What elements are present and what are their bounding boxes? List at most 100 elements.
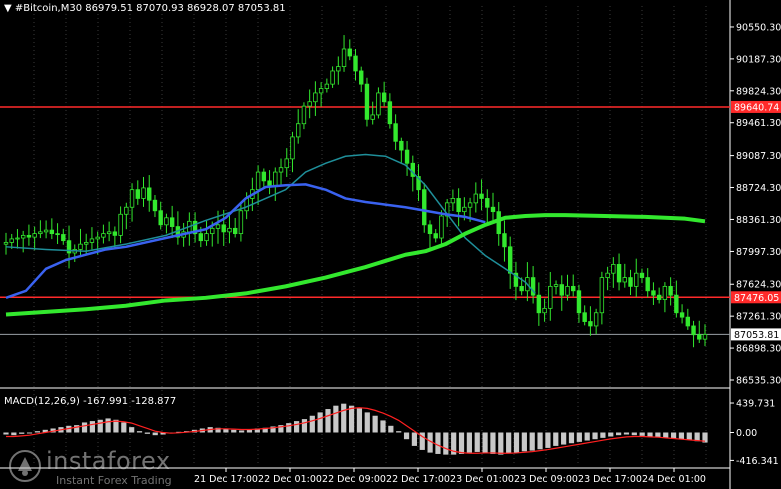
candle-body	[422, 189, 427, 226]
candle-body	[536, 294, 542, 314]
macd-bar	[592, 432, 598, 440]
macd-bar	[458, 432, 465, 454]
macd-bar	[89, 421, 95, 433]
candle-body	[628, 277, 633, 287]
candle-body	[450, 198, 456, 204]
candle-body	[313, 92, 318, 103]
candle-body	[611, 263, 616, 274]
macd-bar	[231, 429, 237, 433]
macd-bar	[639, 432, 645, 436]
macd-bar	[686, 432, 692, 440]
ma-line	[5, 153, 536, 294]
macd-bar	[34, 431, 41, 433]
level-label: 87053.81	[734, 330, 779, 341]
candle-body	[3, 242, 9, 245]
time-tick-label: 22 Dec 09:00	[322, 474, 386, 485]
price-tick-label: 89461.30	[736, 118, 781, 129]
candle-body	[639, 272, 645, 278]
time-tick-label: 23 Dec 01:00	[450, 474, 514, 485]
candle-body	[232, 227, 238, 235]
candle-body	[576, 290, 582, 314]
candle-body	[565, 285, 570, 296]
macd-bar	[11, 432, 17, 436]
price-tick-label: 87997.30	[736, 247, 781, 258]
candle-body	[296, 123, 301, 138]
instaforex-logo-icon	[9, 450, 41, 482]
macd-bar	[482, 432, 488, 453]
candle-body	[164, 217, 169, 226]
price-tick-label: 90187.30	[736, 54, 781, 65]
macd-bar	[663, 432, 669, 438]
macd-bar	[301, 419, 308, 433]
candle-body	[605, 272, 610, 278]
watermark-brand: instaforex	[46, 447, 171, 475]
watermark: instaforex Instant Forex Trading	[8, 447, 198, 487]
candle-body	[404, 149, 410, 164]
candle-body	[519, 285, 524, 292]
candle-body	[147, 187, 152, 201]
macd-bar	[348, 405, 355, 433]
macd-bar	[309, 415, 315, 433]
chart-canvas[interactable]: 90550.30 90187.30 89824.30 89461.30 89087.30…	[0, 0, 781, 489]
time-tick-label: 23 Dec 17:00	[578, 474, 642, 485]
macd-bar	[246, 429, 253, 433]
macd-bar	[403, 432, 410, 440]
candle-body	[118, 213, 123, 236]
macd-bar	[136, 431, 143, 433]
macd-bar	[576, 432, 582, 442]
macd-bar	[443, 432, 449, 455]
macd-bar	[600, 432, 606, 438]
macd-bar	[19, 432, 25, 434]
candle-body	[284, 158, 289, 169]
chart-window[interactable]: 90550.30 90187.30 89824.30 89461.30 89087.30…	[0, 0, 781, 489]
candle-body	[433, 233, 438, 239]
price-tick-label: 89824.30	[736, 86, 781, 97]
macd-bar	[105, 418, 111, 433]
symbol-header: ▼ #Bitcoin,M30 86979.51 87070.93 86928.0…	[4, 3, 286, 14]
candle-body	[301, 105, 307, 125]
macd-bar	[513, 432, 520, 453]
macd-bar	[293, 421, 300, 433]
macd-bar	[121, 422, 127, 433]
candle-body	[485, 198, 490, 208]
macd-bar	[561, 432, 567, 445]
candle-body	[55, 233, 60, 236]
macd-bar	[396, 431, 402, 433]
candle-body	[364, 83, 370, 120]
candle-body	[645, 277, 650, 292]
macd-tick-label: 0.00	[736, 428, 757, 439]
macd-bar	[144, 432, 150, 434]
candle-body	[152, 199, 158, 212]
price-tick-label: 90550.30	[736, 22, 781, 33]
candle-body	[278, 167, 284, 173]
candle-body	[9, 238, 14, 243]
macd-bar	[81, 422, 88, 433]
price-tick-label: 87261.30	[736, 312, 781, 323]
candle-body	[26, 234, 32, 238]
macd-header: MACD(12,26,9) -167.991 -128.877	[4, 396, 177, 407]
candle-body	[456, 198, 461, 213]
macd-bar	[411, 432, 418, 446]
macd-bar	[506, 432, 512, 454]
candle-body	[101, 233, 106, 238]
macd-bar	[678, 432, 685, 440]
candle-body	[599, 277, 605, 314]
candle-body	[43, 229, 49, 233]
candle-body	[691, 325, 696, 336]
candle-body	[307, 101, 312, 107]
macd-bar	[97, 419, 103, 433]
candle-body	[341, 48, 347, 67]
macd-bar	[608, 432, 614, 437]
candle-body	[78, 243, 83, 250]
candle-body	[679, 312, 685, 318]
candle-body	[702, 334, 708, 340]
candle-body	[588, 321, 593, 327]
macd-bar	[553, 432, 559, 446]
candle-body	[95, 236, 100, 240]
candle-body	[261, 171, 267, 182]
macd-bar	[647, 432, 653, 437]
macd-bar	[26, 432, 33, 434]
candle-body	[32, 233, 37, 238]
candle-body	[359, 70, 364, 85]
candle-body	[15, 237, 20, 240]
